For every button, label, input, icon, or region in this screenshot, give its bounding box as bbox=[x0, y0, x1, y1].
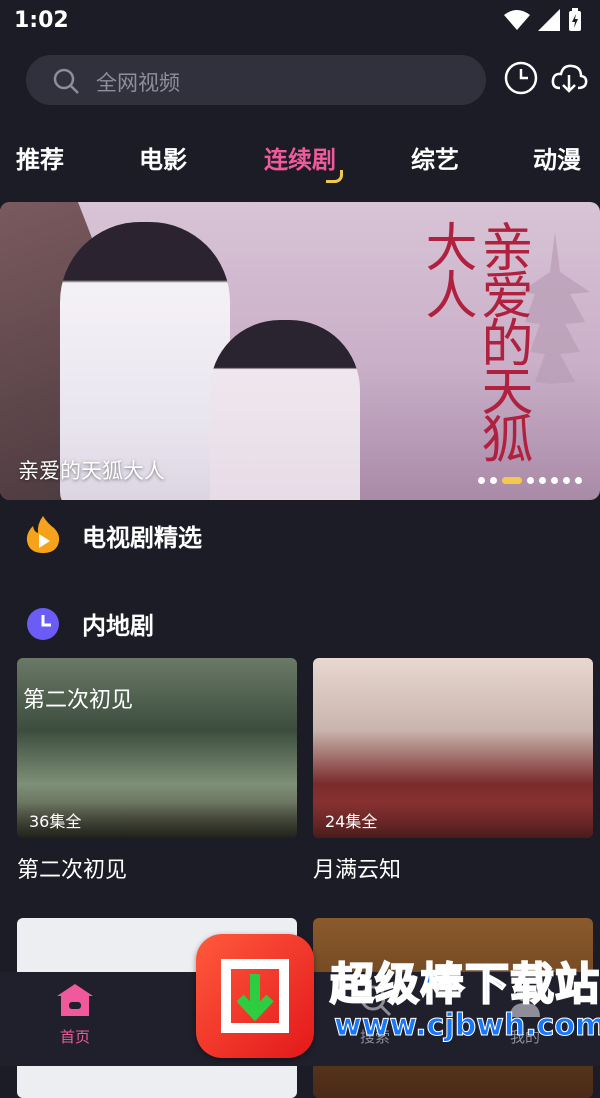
section-mainland-header[interactable]: 内地剧 bbox=[26, 606, 154, 641]
carousel-dot bbox=[563, 477, 570, 484]
history-clock-icon[interactable] bbox=[503, 60, 539, 96]
section-featured-title: 电视剧精选 bbox=[82, 523, 202, 552]
nav-home-label: 首页 bbox=[59, 1028, 90, 1046]
carousel-dot bbox=[490, 477, 497, 484]
video-title: 月满云知 bbox=[313, 858, 402, 883]
battery-charging-icon bbox=[569, 8, 581, 31]
status-time: 1:02 bbox=[14, 8, 69, 33]
video-card[interactable]: 24集全 月满云知 bbox=[313, 658, 593, 884]
watermark-overlay: 超级棒下载站 www.cjbwh.com bbox=[196, 934, 600, 1066]
carousel-dot bbox=[478, 477, 485, 484]
search-icon bbox=[53, 68, 79, 94]
banner-title-art: 亲爱的天狐大人 bbox=[416, 220, 532, 460]
section-featured-header[interactable]: 电视剧精选 bbox=[26, 516, 202, 554]
episode-badge: 24集全 bbox=[313, 802, 593, 838]
status-bar: 1:02 bbox=[0, 0, 600, 44]
category-tabs: 推荐 电影 连续剧 综艺 动漫 bbox=[0, 140, 600, 184]
search-bar[interactable]: 全网视频 bbox=[26, 55, 486, 105]
home-icon bbox=[57, 984, 93, 1016]
video-thumbnail: 第二次初见 36集全 bbox=[17, 658, 297, 838]
banner-caption: 亲爱的天狐大人 bbox=[18, 459, 165, 483]
tab-movies[interactable]: 电影 bbox=[139, 140, 187, 175]
episode-count: 36集全 bbox=[29, 812, 82, 831]
tab-anime[interactable]: 动漫 bbox=[533, 140, 581, 175]
carousel-indicator bbox=[478, 477, 582, 484]
episode-count: 24集全 bbox=[325, 812, 378, 831]
watermark-text: 超级棒下载站 bbox=[329, 958, 600, 1011]
fire-play-icon bbox=[26, 516, 60, 553]
clock-icon bbox=[27, 607, 59, 640]
tab-series[interactable]: 连续剧 bbox=[264, 140, 343, 183]
poster-title-text: 第二次初见 bbox=[23, 688, 134, 713]
video-thumbnail: 24集全 bbox=[313, 658, 593, 838]
video-title: 第二次初见 bbox=[17, 858, 128, 883]
carousel-dot-active bbox=[502, 477, 522, 484]
tab-variety[interactable]: 综艺 bbox=[411, 140, 459, 175]
wifi-icon bbox=[504, 10, 530, 30]
search-placeholder: 全网视频 bbox=[96, 71, 180, 95]
carousel-dot bbox=[551, 477, 558, 484]
section-mainland-title: 内地剧 bbox=[82, 612, 154, 640]
nav-home[interactable]: 首页 bbox=[15, 982, 135, 1047]
signal-icon bbox=[538, 9, 560, 31]
banner-carousel[interactable]: 亲爱的天狐大人 亲爱的天狐大人 bbox=[0, 202, 600, 500]
video-card[interactable]: 第二次初见 36集全 第二次初见 bbox=[17, 658, 297, 884]
watermark-url: www.cjbwh.com bbox=[333, 1008, 600, 1044]
tab-recommend[interactable]: 推荐 bbox=[16, 140, 64, 175]
carousel-dot bbox=[527, 477, 534, 484]
carousel-dot bbox=[575, 477, 582, 484]
cloud-download-icon[interactable] bbox=[550, 60, 588, 96]
status-icons bbox=[504, 8, 582, 32]
episode-badge: 36集全 bbox=[17, 802, 297, 838]
download-arrow-icon bbox=[221, 959, 289, 1033]
tab-active-indicator bbox=[326, 170, 343, 183]
banner-female-figure bbox=[210, 320, 360, 500]
watermark-logo bbox=[196, 934, 314, 1058]
carousel-dot bbox=[539, 477, 546, 484]
